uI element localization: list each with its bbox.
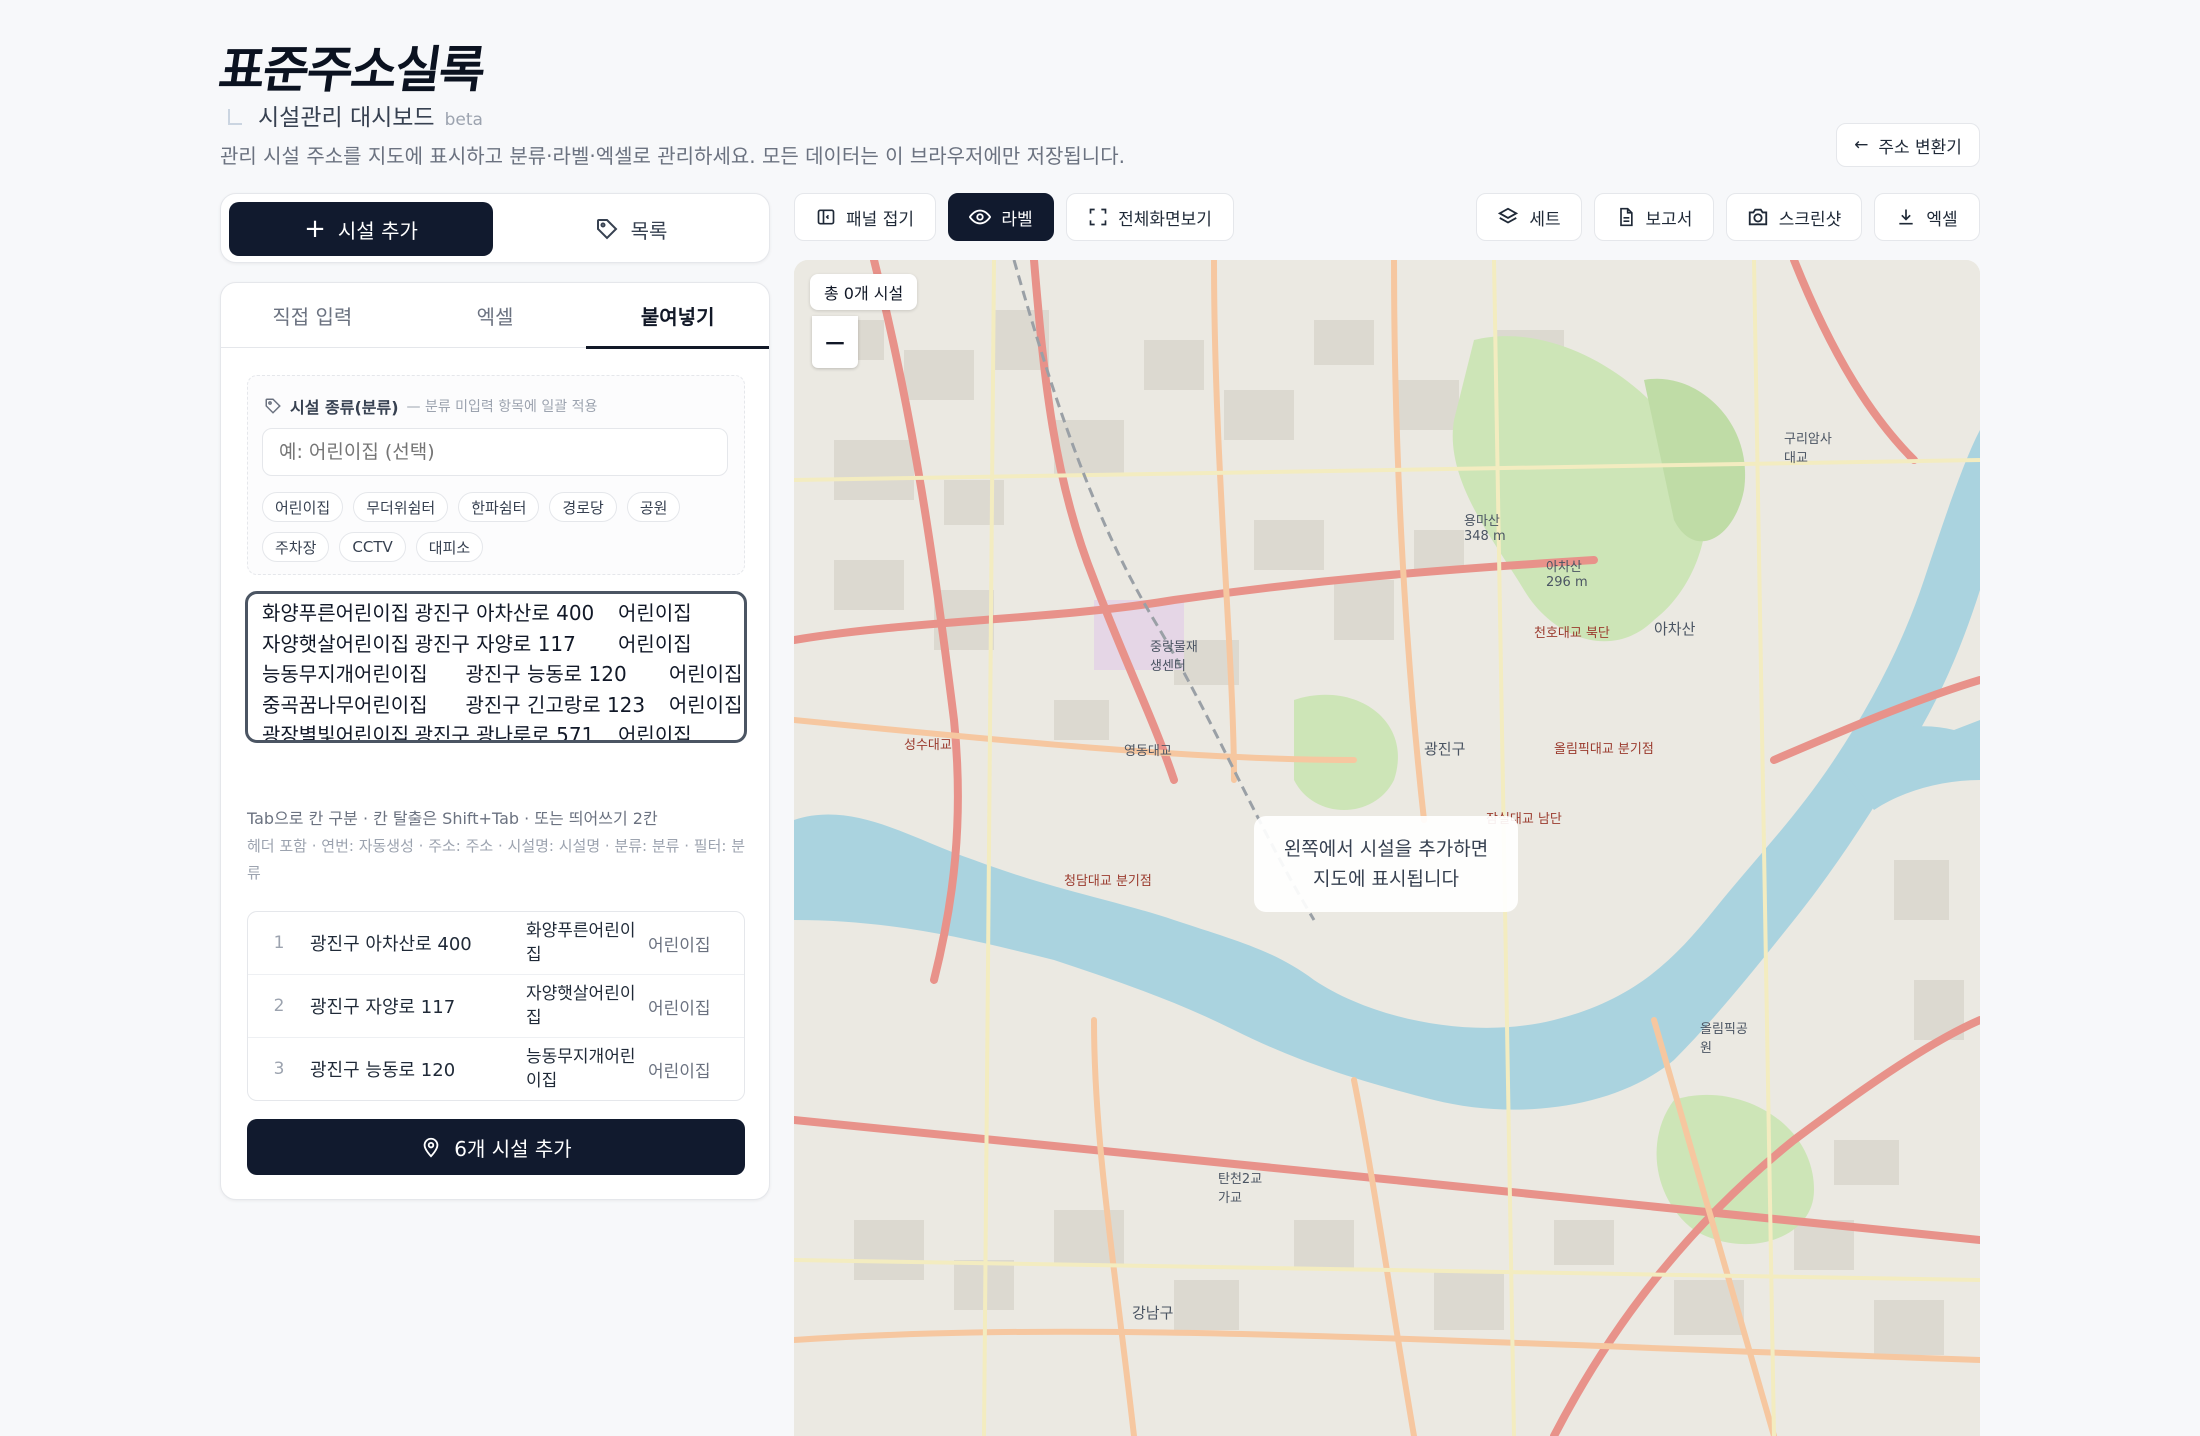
report-label: 보고서 (1645, 209, 1693, 230)
add-facility-label: 시설 추가 (337, 218, 418, 243)
category-box: 시설 종류(분류) — 분류 미입력 항목에 일괄 적용 어린이집 무더위쉼터 … (247, 375, 745, 575)
collapse-label: 패널 접기 (846, 209, 914, 230)
download-icon (1896, 207, 1916, 227)
category-title: 시설 종류(분류) (290, 398, 399, 417)
row-name: 자양햇살어린이집 (526, 984, 636, 1028)
camera-icon (1747, 206, 1769, 228)
fullscreen-label: 전체화면보기 (1118, 209, 1212, 230)
row-category: 어린이집 (648, 998, 711, 1019)
map-pin-icon (420, 1136, 442, 1158)
paste-hint: Tab으로 칸 구분 · 칸 탈출은 Shift+Tab · 또는 띄어쓰기 2… (247, 809, 658, 828)
tab-excel[interactable]: 엑셀 (404, 283, 587, 347)
category-input[interactable] (262, 428, 728, 476)
eye-icon (969, 206, 992, 228)
chip-evacuation[interactable]: 대피소 (415, 532, 484, 562)
row-number: 3 (273, 1059, 285, 1079)
map-label: 아차산 296 m (1546, 560, 1588, 590)
map-label: 성수대교 (904, 738, 952, 753)
table-row: 2 광진구 자양로 117 자양햇살어린이집 어린이집 (248, 975, 744, 1038)
row-number: 2 (273, 996, 285, 1016)
row-category: 어린이집 (648, 935, 711, 956)
app-logo: 표준주소실록 (215, 40, 488, 99)
screenshot-button[interactable]: 스크린샷 (1726, 193, 1862, 241)
map-label: 아차산 (1654, 620, 1696, 638)
list-tab[interactable]: 목록 (499, 202, 763, 256)
category-header: 시설 종류(분류) — 분류 미입력 항목에 일괄 적용 (264, 394, 597, 418)
corner-icon (228, 109, 242, 125)
row-address: 광진구 능동로 120 (310, 1060, 456, 1081)
page-description: 관리 시설 주소를 지도에 표시하고 분류·라벨·엑셀로 관리하세요. 모든 데… (220, 144, 1125, 168)
map-label: 탄천2교 가교 (1218, 1172, 1263, 1206)
paste-textarea[interactable]: 화양푸른어린이집 광진구 아차산로 400 어린이집 자양햇살어린이집 광진구 … (245, 591, 747, 743)
map-view[interactable]: 총 0개 시설 − 아차산 용마산 348 m 아차산 296 m 성수대교 영… (794, 260, 1980, 1436)
map-label: 영동대교 (1124, 744, 1172, 759)
add-facility-tab[interactable]: + 시설 추가 (229, 202, 493, 256)
collapse-panel-button[interactable]: 패널 접기 (794, 193, 936, 241)
map-label: 청담대교 분기점 (1064, 874, 1152, 889)
fullscreen-button[interactable]: 전체화면보기 (1066, 193, 1234, 241)
screenshot-label: 스크린샷 (1778, 209, 1842, 230)
set-label: 세트 (1529, 209, 1561, 230)
page-subtitle: 시설관리 대시보드 (258, 105, 435, 131)
address-converter-button[interactable]: ← 주소 변환기 (1836, 123, 1980, 167)
chip-senior-center[interactable]: 경로당 (549, 492, 617, 522)
empty-map-message: 왼쪽에서 시설을 추가하면 지도에 표시됩니다 (1254, 816, 1518, 912)
preview-table: 1 광진구 아차산로 400 화양푸른어린이집 어린이집 2 광진구 자양로 1… (247, 911, 745, 1101)
table-row: 1 광진구 아차산로 400 화양푸른어린이집 어린이집 (248, 912, 744, 975)
row-name: 능동무지개어린이집 (526, 1047, 636, 1091)
layers-icon (1497, 206, 1519, 228)
tab-direct-input[interactable]: 직접 입력 (221, 283, 404, 347)
row-category: 어린이집 (648, 1061, 711, 1082)
chip-heat-shelter[interactable]: 무더위쉼터 (353, 492, 449, 522)
list-label: 목록 (630, 218, 668, 243)
map-label: 용마산 348 m (1464, 514, 1506, 544)
map-label: 구리암사 대교 (1784, 432, 1832, 466)
row-address: 광진구 자양로 117 (310, 997, 456, 1018)
map-label: 올림픽대교 분기점 (1554, 742, 1654, 757)
subtitle-row: 시설관리 대시보드 beta (228, 98, 483, 132)
label-toggle-button[interactable]: 라벨 (948, 193, 1054, 241)
row-number: 1 (273, 933, 285, 953)
set-button[interactable]: 세트 (1476, 193, 1582, 241)
empty-message-line2: 지도에 표시됩니다 (1313, 868, 1459, 890)
map-label: 올림픽공 원 (1700, 1022, 1748, 1056)
plus-icon: + (304, 214, 326, 244)
header-mapping-hint: 헤더 포함 · 연번: 자동생성 · 주소: 주소 · 시설명: 시설명 · 분… (247, 837, 746, 882)
input-panel: 직접 입력 엑셀 붙여넣기 시설 종류(분류) — 분류 미입력 항목에 일괄 … (220, 282, 770, 1200)
zoom-out-button[interactable]: − (812, 316, 858, 368)
chip-park[interactable]: 공원 (626, 492, 681, 522)
row-name: 화양푸른어린이집 (526, 921, 636, 965)
map-label: 광진구 (1424, 740, 1466, 758)
table-row: 3 광진구 능동로 120 능동무지개어린이집 어린이집 (248, 1038, 744, 1100)
excel-label: 엑셀 (1926, 209, 1958, 230)
add-facilities-button[interactable]: 6개 시설 추가 (247, 1119, 745, 1175)
document-icon (1616, 207, 1636, 227)
add-facilities-label: 6개 시설 추가 (454, 1136, 572, 1161)
category-chips: 어린이집 무더위쉼터 한파쉼터 경로당 공원 주차장 CCTV 대피소 (262, 492, 732, 562)
map-label: 천호대교 북단 (1534, 626, 1610, 641)
input-tabs: 직접 입력 엑셀 붙여넣기 (221, 283, 769, 349)
chip-cctv[interactable]: CCTV (339, 532, 406, 562)
tab-paste[interactable]: 붙여넣기 (586, 283, 769, 349)
map-label: 중랑물재 생센터 (1150, 640, 1198, 674)
excel-export-button[interactable]: 엑셀 (1874, 193, 1980, 241)
report-button[interactable]: 보고서 (1594, 193, 1714, 241)
sidebar-icon (816, 207, 836, 227)
beta-badge: beta (444, 110, 483, 130)
facility-count-badge: 총 0개 시설 (810, 274, 918, 310)
mode-segment: + 시설 추가 목록 (220, 193, 770, 263)
chip-cold-shelter[interactable]: 한파쉼터 (458, 492, 540, 522)
expand-icon (1088, 207, 1108, 227)
address-converter-label: 주소 변환기 (1878, 137, 1962, 158)
map-label: 강남구 (1132, 1304, 1174, 1322)
tag-icon (264, 397, 282, 415)
tag-icon (595, 217, 619, 241)
category-note: — 분류 미입력 항목에 일괄 적용 (406, 399, 598, 415)
arrow-left-icon: ← (1854, 135, 1869, 155)
label-toggle-text: 라벨 (1001, 209, 1033, 230)
chip-parking[interactable]: 주차장 (262, 532, 330, 562)
empty-message-line1: 왼쪽에서 시설을 추가하면 (1283, 838, 1489, 860)
chip-daycare[interactable]: 어린이집 (262, 492, 344, 522)
row-address: 광진구 아차산로 400 (310, 934, 472, 955)
